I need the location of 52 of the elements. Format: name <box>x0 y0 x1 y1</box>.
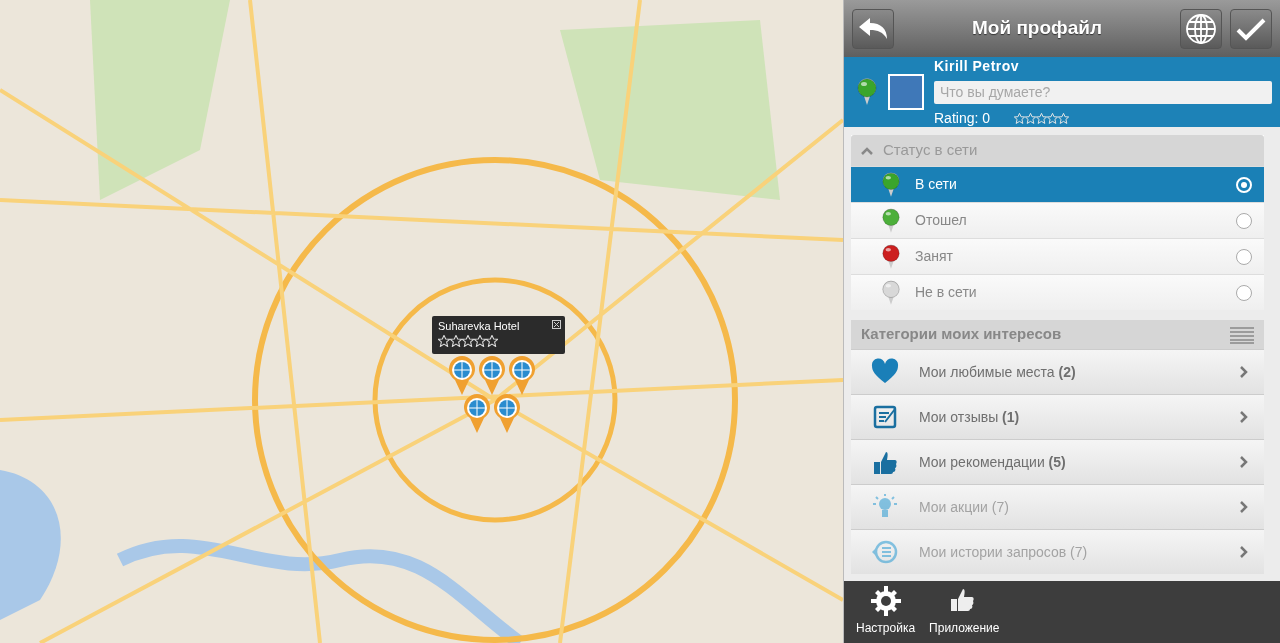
avatar-image <box>888 74 924 110</box>
hotel-name: Suharevka Hotel <box>438 320 520 332</box>
rating-text: Rating: 0 <box>934 108 991 128</box>
status-input[interactable]: Что вы думаете? <box>934 80 1272 104</box>
history-icon <box>871 538 899 566</box>
settings-icon <box>869 585 902 617</box>
status-option[interactable]: Занят <box>851 238 1264 274</box>
category-label: Мои рекомендации (5) <box>919 452 1066 472</box>
map-placeholder[interactable]: Suharevka Hotel <box>0 0 843 643</box>
list-icon[interactable] <box>1230 325 1254 344</box>
chevron-icon <box>1240 456 1248 468</box>
category-label: Мои отзывы (1) <box>919 407 1020 427</box>
chevron-icon <box>1240 501 1248 513</box>
chevron-icon <box>1240 411 1248 423</box>
section-title: Статус в сети <box>883 140 978 161</box>
radio-button[interactable] <box>1236 284 1252 301</box>
category-label: Мои любимые места (2) <box>919 362 1076 382</box>
hotel-marker-icon[interactable] <box>463 394 491 434</box>
user-name: Kirill Petrov <box>934 56 1021 76</box>
chevron-icon <box>1240 546 1248 558</box>
category-label: Мои истории запросов (7) <box>919 542 1088 562</box>
section-title: Категории моих интересов <box>861 324 1063 345</box>
globe-icon <box>1185 12 1217 45</box>
category-item[interactable]: Мои отзывы (1) <box>851 394 1264 439</box>
confirm-button[interactable] <box>1230 8 1272 49</box>
status-label: Отошел <box>915 211 967 230</box>
radio-button[interactable] <box>1236 248 1252 265</box>
status-option[interactable]: Отошел <box>851 202 1264 238</box>
category-item[interactable]: Мои любимые места (2) <box>851 349 1264 394</box>
hotel-marker-icon[interactable] <box>478 356 506 396</box>
back-arrow-icon <box>857 16 889 41</box>
status-option[interactable]: В сети <box>851 166 1264 202</box>
back-button[interactable] <box>852 8 894 49</box>
hotel-marker-icon[interactable] <box>493 394 521 434</box>
category-label: Мои акции (7) <box>919 497 1009 517</box>
edit-note-icon <box>871 403 899 431</box>
status-option[interactable]: Не в сети <box>851 274 1264 310</box>
language-button[interactable] <box>1180 8 1222 49</box>
radio-button[interactable] <box>1236 212 1252 229</box>
status-label: Занят <box>915 247 953 266</box>
status-label: Не в сети <box>915 283 977 302</box>
toolbar-button[interactable]: Приложение <box>929 585 1000 639</box>
status-label: В сети <box>915 175 957 194</box>
toolbar-button[interactable]: Настройка <box>856 585 916 639</box>
category-item[interactable]: Мои рекомендации (5) <box>851 439 1264 484</box>
checkmark-icon <box>1236 16 1266 41</box>
page-title: Мой профайл <box>971 16 1103 41</box>
hotel-marker-icon[interactable] <box>508 356 536 396</box>
chevron-icon <box>1240 366 1248 378</box>
close-icon[interactable] <box>552 320 561 329</box>
hotel-marker-icon[interactable] <box>448 356 476 396</box>
heart-icon <box>871 358 899 386</box>
